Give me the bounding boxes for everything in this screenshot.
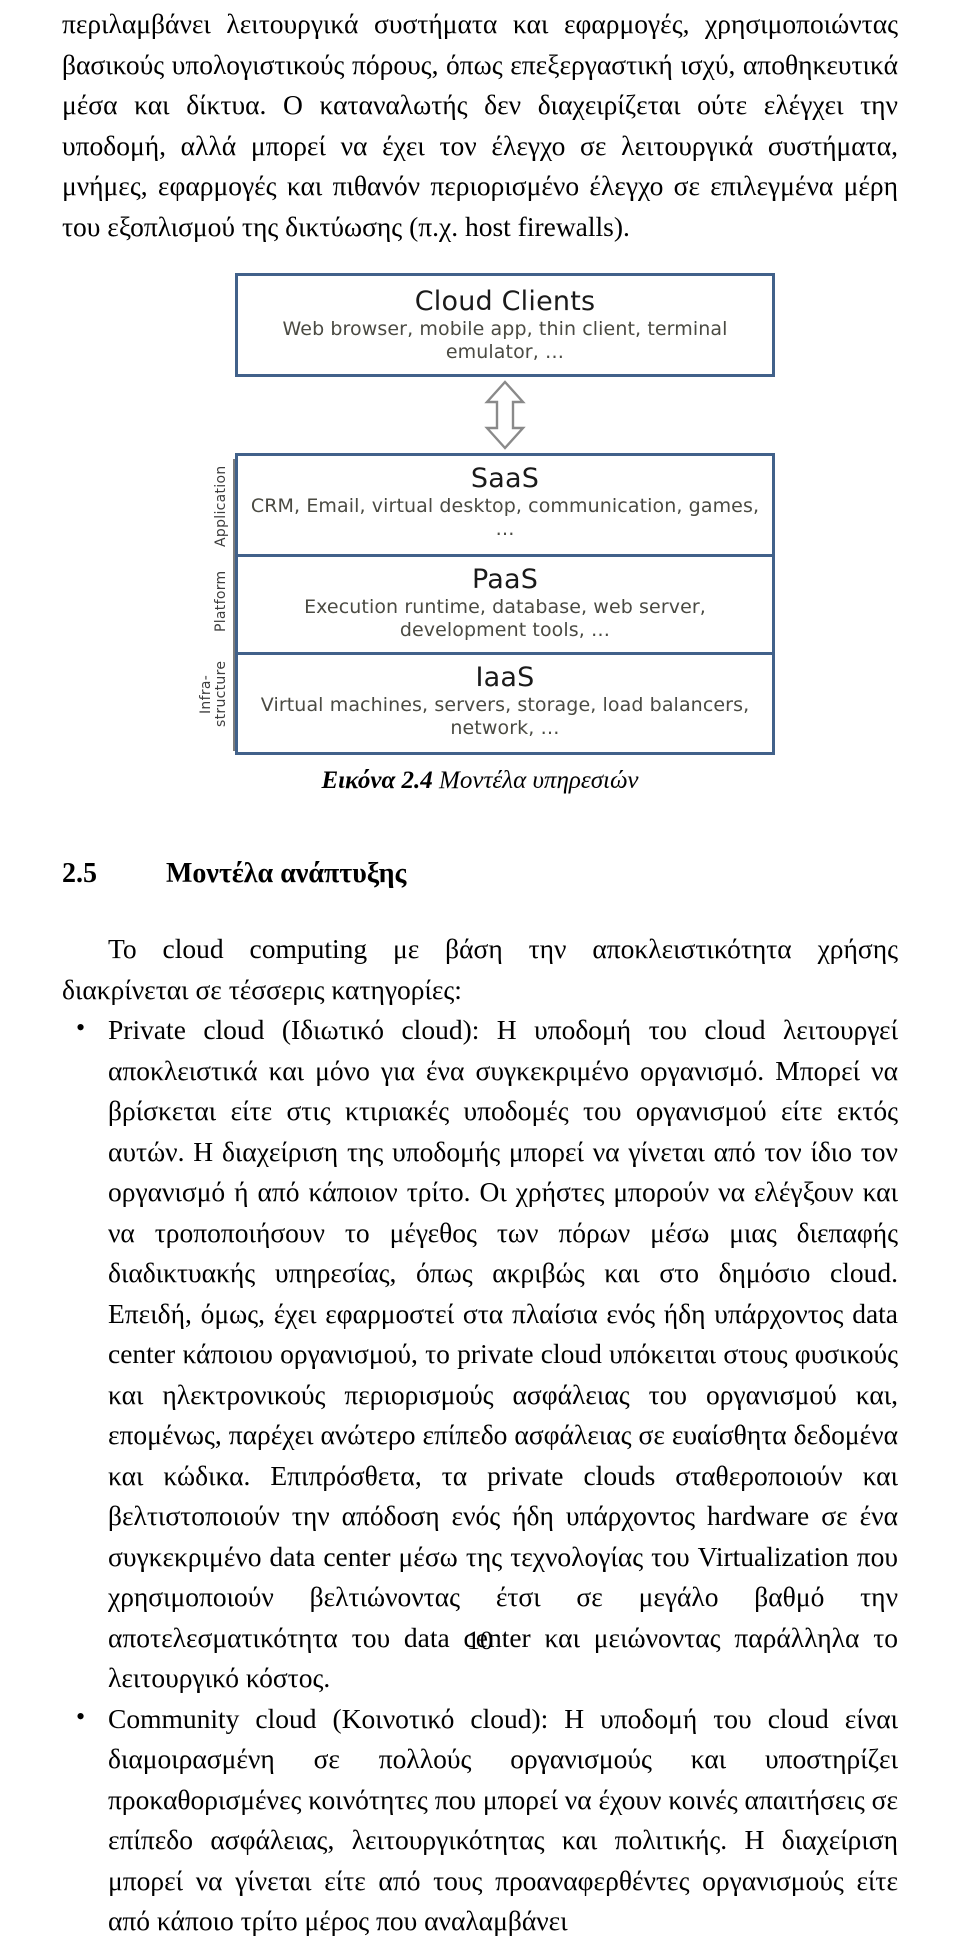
axis-label-platform: Platform xyxy=(213,570,229,632)
private-cloud-text: Private cloud (Ιδιωτικό cloud): Η υποδομ… xyxy=(108,1014,898,1693)
figure-caption-text: Μοντέλα υπηρεσιών xyxy=(432,767,639,794)
list-item: Private cloud (Ιδιωτικό cloud): Η υποδομ… xyxy=(62,1008,898,1699)
paas-subtitle: Execution runtime, database, web server,… xyxy=(304,596,706,641)
axis-label-infrastructure: Infra- structure xyxy=(198,651,229,737)
cloud-service-models-diagram: Application Platform Infra- structure Cl… xyxy=(185,273,775,755)
bidirectional-arrow xyxy=(235,377,775,453)
saas-title: SaaS xyxy=(470,463,540,494)
paas-title: PaaS xyxy=(471,564,539,595)
figure-2-4: Application Platform Infra- structure Cl… xyxy=(185,273,775,797)
figure-wrapper: Application Platform Infra- structure Cl… xyxy=(62,273,898,797)
page-number: 10 xyxy=(467,1626,493,1655)
cloud-clients-title: Cloud Clients xyxy=(414,286,596,317)
diagram-layer-stack: Cloud Clients Web browser, mobile app, t… xyxy=(235,273,775,755)
list-item: Community cloud (Κοινοτικό cloud): Η υπο… xyxy=(62,1697,898,1942)
iaas-subtitle: Virtual machines, servers, storage, load… xyxy=(260,694,750,739)
deployment-models-list: Private cloud (Ιδιωτικό cloud): Η υποδομ… xyxy=(62,1008,898,1942)
axis-label-infrastructure-line1: Infra- xyxy=(198,674,214,714)
heading-spacer xyxy=(62,891,898,929)
figure-caption: Εικόνα 2.4 Μοντέλα υπηρεσιών xyxy=(185,765,775,797)
double-headed-vertical-arrow-icon xyxy=(484,380,526,450)
document-page: περιλαμβάνει λειτουργικά συστήματα και ε… xyxy=(0,0,960,1936)
community-cloud-text: Community cloud (Κοινοτικό cloud): Η υπο… xyxy=(108,1702,898,1937)
section-lead-paragraph: Το cloud computing με βάση την αποκλειστ… xyxy=(62,933,898,1005)
diagram-box-iaas: IaaS Virtual machines, servers, storage,… xyxy=(235,655,775,755)
diagram-box-saas: SaaS CRM, Email, virtual desktop, commun… xyxy=(235,453,775,557)
section-number: 2.5 xyxy=(62,858,97,889)
axis-label-application: Application xyxy=(213,465,229,547)
cloud-clients-subtitle: Web browser, mobile app, thin client, te… xyxy=(282,318,728,363)
intro-paragraph: περιλαμβάνει λειτουργικά συστήματα και ε… xyxy=(62,8,898,242)
section-title: Μοντέλα ανάπτυξης xyxy=(166,858,407,889)
axis-label-infrastructure-line2: structure xyxy=(213,660,229,728)
section-heading: 2.5 Μοντέλα ανάπτυξης xyxy=(62,857,898,891)
diagram-axis-column: Application Platform Infra- structure xyxy=(185,273,235,755)
iaas-title: IaaS xyxy=(475,662,535,693)
diagram-box-paas: PaaS Execution runtime, database, web se… xyxy=(235,557,775,655)
figure-caption-label: Εικόνα 2.4 xyxy=(321,767,433,794)
diagram-box-cloud-clients: Cloud Clients Web browser, mobile app, t… xyxy=(235,273,775,377)
saas-subtitle: CRM, Email, virtual desktop, communicati… xyxy=(250,495,760,540)
